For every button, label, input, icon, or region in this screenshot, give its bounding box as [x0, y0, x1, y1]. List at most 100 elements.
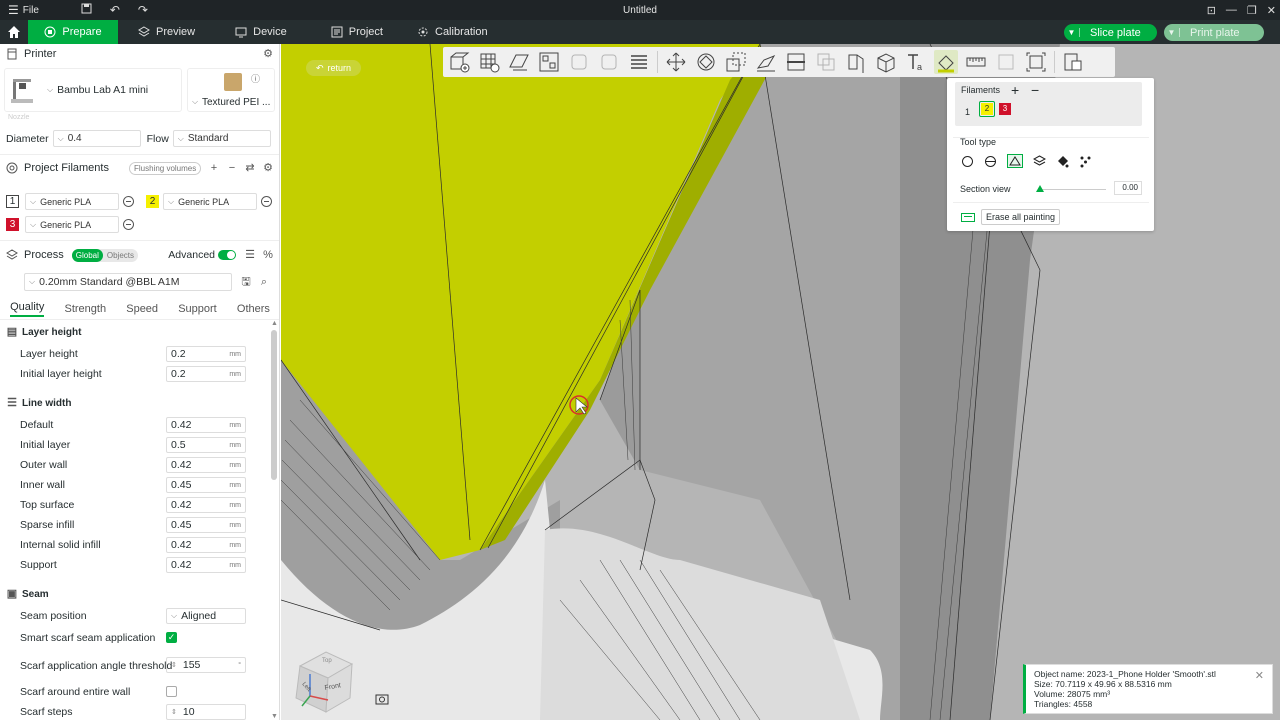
- global-toggle-option[interactable]: Global: [71, 248, 103, 262]
- home-button[interactable]: [0, 20, 28, 44]
- filament-swatch-1[interactable]: 1: [965, 107, 970, 117]
- support-painting-icon[interactable]: [844, 50, 868, 74]
- global-objects-toggle[interactable]: Global Objects: [71, 248, 138, 262]
- filament-swatch-3[interactable]: 3: [999, 103, 1011, 115]
- line-width-input[interactable]: 0.45 mm: [166, 477, 246, 493]
- minimize-icon[interactable]: —: [1226, 4, 1237, 16]
- objects-toggle-option[interactable]: Objects: [103, 249, 138, 262]
- redo-icon[interactable]: ↷: [133, 3, 153, 17]
- diameter-select[interactable]: ⌵ 0.4: [52, 130, 141, 147]
- info-icon[interactable]: ⓘ: [251, 72, 260, 85]
- tab-calibration[interactable]: Calibration: [403, 20, 502, 44]
- scale-icon[interactable]: [724, 50, 748, 74]
- height-range-tool-icon[interactable]: [1033, 154, 1046, 168]
- measure-icon[interactable]: [964, 50, 988, 74]
- stepper-icon[interactable]: ⇕: [171, 661, 177, 669]
- filament-swatch-2[interactable]: 2: [981, 103, 993, 115]
- sphere-tool-icon[interactable]: [984, 155, 997, 168]
- assembly-icon[interactable]: [994, 50, 1018, 74]
- tab-quality[interactable]: Quality: [10, 301, 45, 317]
- remove-filament-icon[interactable]: [123, 196, 134, 207]
- gear-icon[interactable]: ⚙: [262, 162, 274, 174]
- search-icon[interactable]: ⌕: [258, 276, 270, 288]
- split-parts-icon[interactable]: [597, 50, 621, 74]
- compare-icon[interactable]: %: [262, 249, 274, 261]
- save-icon[interactable]: [77, 3, 97, 17]
- line-width-input[interactable]: 0.42 mm: [166, 417, 246, 433]
- line-width-input[interactable]: 0.42 mm: [166, 497, 246, 513]
- maximize-icon[interactable]: ❐: [1247, 4, 1257, 17]
- fit-view-icon[interactable]: [1024, 50, 1048, 74]
- save-preset-icon[interactable]: 🖫: [240, 276, 252, 288]
- initial-layer-height-input[interactable]: 0.2 mm: [166, 366, 246, 382]
- add-object-icon[interactable]: [447, 50, 471, 74]
- view-settings-icon[interactable]: [1061, 50, 1085, 74]
- remove-filament-icon[interactable]: [123, 219, 134, 230]
- gap-fill-tool-icon[interactable]: [1079, 155, 1092, 168]
- line-width-input[interactable]: 0.5 mm: [166, 437, 246, 453]
- tab-strength[interactable]: Strength: [64, 303, 106, 315]
- slider-thumb[interactable]: [1036, 185, 1044, 192]
- add-icon[interactable]: +: [208, 162, 220, 174]
- close-icon[interactable]: ✕: [1267, 4, 1276, 17]
- slice-plate-button[interactable]: ▼ Slice plate: [1064, 24, 1157, 41]
- split-objects-icon[interactable]: [567, 50, 591, 74]
- tab-others[interactable]: Others: [237, 303, 270, 315]
- line-width-input[interactable]: 0.42 mm: [166, 537, 246, 553]
- chevron-down-icon[interactable]: ▼: [1064, 28, 1080, 37]
- filament-select[interactable]: ⌵ Generic PLA: [163, 193, 257, 210]
- sync-icon[interactable]: ⇄: [244, 162, 256, 174]
- feedback-icon[interactable]: ⊡: [1207, 4, 1216, 17]
- tab-project[interactable]: Project: [317, 20, 397, 44]
- gear-icon[interactable]: ⚙: [262, 48, 274, 60]
- color-painting-icon[interactable]: [934, 50, 958, 74]
- tab-preview[interactable]: Preview: [124, 20, 209, 44]
- add-icon[interactable]: +: [1011, 82, 1019, 98]
- remove-filament-icon[interactable]: [261, 196, 272, 207]
- seam-painting-icon[interactable]: [874, 50, 898, 74]
- printer-selector[interactable]: ⌵ Bambu Lab A1 mini: [4, 68, 182, 112]
- triangle-tool-icon[interactable]: [1007, 154, 1023, 168]
- tab-prepare[interactable]: Prepare: [28, 20, 118, 44]
- print-plate-button[interactable]: ▼ Print plate: [1164, 24, 1264, 41]
- arrange-icon[interactable]: [537, 50, 561, 74]
- file-menu[interactable]: ☰ File: [0, 3, 39, 17]
- erase-all-painting-button[interactable]: Erase all painting: [981, 209, 1061, 225]
- add-plate-icon[interactable]: [477, 50, 501, 74]
- fill-tool-icon[interactable]: [1056, 155, 1069, 168]
- auto-orient-icon[interactable]: [507, 50, 531, 74]
- tab-speed[interactable]: Speed: [126, 303, 158, 315]
- list-icon[interactable]: ☰: [244, 249, 256, 261]
- plate-selector[interactable]: ⓘ ⌵ Textured PEI ...: [187, 68, 275, 112]
- tab-device[interactable]: Device: [221, 20, 301, 44]
- close-icon[interactable]: ✕: [1255, 671, 1264, 682]
- tab-support[interactable]: Support: [178, 303, 217, 315]
- filament-select[interactable]: ⌵ Generic PLA: [25, 216, 119, 233]
- scarf-steps-input[interactable]: ⇕ 10: [166, 704, 246, 720]
- flow-select[interactable]: ⌵ Standard: [172, 130, 271, 147]
- filament-select[interactable]: ⌵ Generic PLA: [25, 193, 119, 210]
- scarf-angle-input[interactable]: ⇕ 155 °: [166, 657, 246, 673]
- layers-editing-icon[interactable]: [627, 50, 651, 74]
- scrollbar-thumb[interactable]: [271, 330, 277, 480]
- flushing-volumes-button[interactable]: Flushing volumes: [128, 161, 202, 175]
- remove-icon[interactable]: −: [1031, 82, 1039, 98]
- scarf-entire-checkbox[interactable]: [166, 686, 177, 697]
- settings-scrollbar[interactable]: ▲ ▼: [270, 320, 278, 720]
- rotate-icon[interactable]: [694, 50, 718, 74]
- remove-icon[interactable]: −: [226, 162, 238, 174]
- line-width-input[interactable]: 0.42 mm: [166, 457, 246, 473]
- cut-icon[interactable]: [784, 50, 808, 74]
- scroll-down-icon[interactable]: ▼: [271, 713, 278, 720]
- smart-scarf-checkbox[interactable]: ✓: [166, 632, 177, 643]
- process-preset-select[interactable]: ⌵ 0.20mm Standard @BBL A1M: [24, 273, 232, 291]
- line-width-input[interactable]: 0.42 mm: [166, 557, 246, 573]
- mesh-boolean-icon[interactable]: [814, 50, 838, 74]
- layer-height-input[interactable]: 0.2 mm: [166, 346, 246, 362]
- advanced-switch[interactable]: [218, 250, 236, 260]
- circle-tool-icon[interactable]: [961, 155, 974, 168]
- section-view-slider[interactable]: [1036, 185, 1106, 192]
- lay-on-face-icon[interactable]: [754, 50, 778, 74]
- move-icon[interactable]: [664, 50, 688, 74]
- section-view-input[interactable]: 0.00: [1114, 181, 1142, 195]
